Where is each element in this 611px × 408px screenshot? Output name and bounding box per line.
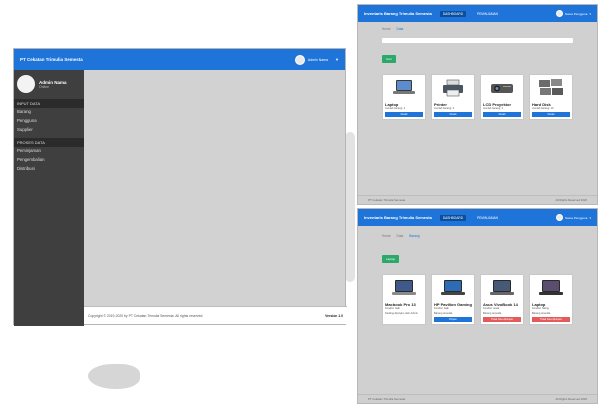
card-subtitle: Jumlah barang: 4 <box>385 107 406 110</box>
card-status: Barang tersedia <box>532 312 551 315</box>
catalog-header: Inventaris Barang Trimulia Semesta DASHB… <box>358 5 597 22</box>
printer-icon <box>432 75 474 101</box>
footer-company: PT Cekatan Trimulia Semesta <box>368 198 406 202</box>
laptop-icon <box>383 275 425 301</box>
background-shape <box>345 132 355 282</box>
projector-icon <box>481 75 523 101</box>
card-subtitle: Kondisi: baik <box>434 307 449 310</box>
footer-rights: All Rights Reserved 2020 <box>555 198 587 202</box>
sidebar-item-peminjaman[interactable]: Peminjaman <box>14 147 84 155</box>
user-menu[interactable]: Nama Pengguna ▾ <box>555 10 591 17</box>
detail-brand[interactable]: Inventaris Barang Trimulia Semesta <box>364 215 432 220</box>
sidebar-item-barang[interactable]: Barang <box>14 108 84 116</box>
item-card: HP Pavilion Gaming Kondisi: baik Barang … <box>431 274 475 325</box>
background-shape <box>88 364 140 389</box>
laptop-icon <box>481 275 523 301</box>
nav-peminjaman[interactable]: PEMINJAMAN <box>474 215 501 221</box>
card-subtitle: Jumlah barang: 10 <box>532 107 554 110</box>
sidebar: Admin Nama Online INPUT DATA Barang Peng… <box>14 70 84 326</box>
laptop-icon <box>383 75 425 101</box>
category-card-harddisk: Hard Disk Jumlah barang: 10 Detail <box>529 74 573 120</box>
user-name: Nama Pengguna <box>564 215 588 220</box>
laptop-icon <box>432 275 474 301</box>
sidebar-section-input: INPUT DATA <box>14 99 84 108</box>
user-name: Admin Nama <box>307 57 329 62</box>
catalog-window: Inventaris Barang Trimulia Semesta DASHB… <box>357 4 598 205</box>
footer-rights: All Rights Reserved 2020 <box>555 397 587 401</box>
category-cards: Laptop Jumlah barang: 4 Detail Printer J… <box>358 74 597 120</box>
profile-name: Admin Nama <box>39 79 67 85</box>
avatar <box>555 10 563 17</box>
chevron-down-icon[interactable]: ▼ <box>335 57 339 62</box>
chevron-down-icon[interactable]: ▾ <box>589 12 591 16</box>
card-subtitle: Kondisi: baik <box>385 307 400 310</box>
card-status: Barang tersedia <box>483 312 502 315</box>
sidebar-item-pengguna[interactable]: Pengguna <box>14 117 84 125</box>
unavailable-button[interactable]: Tidak bisa dipinjam <box>532 317 570 322</box>
sidebar-item-supplier[interactable]: Supplier <box>14 126 84 134</box>
detail-button[interactable]: Detail <box>434 112 472 117</box>
nav-peminjaman[interactable]: PEMINJAMAN <box>474 11 501 17</box>
admin-window: PT Cekatan Trimulia Semesta Admin Nama ▼… <box>13 48 347 326</box>
user-menu[interactable]: Admin Nama ▼ <box>294 54 339 65</box>
breadcrumb-barang[interactable]: Barang <box>409 234 419 238</box>
chevron-down-icon[interactable]: ▾ <box>589 216 591 220</box>
avatar <box>555 214 563 221</box>
breadcrumb-home[interactable]: Home <box>382 27 391 31</box>
harddisk-icon <box>530 75 572 101</box>
card-subtitle: Jumlah barang: 2 <box>483 107 504 110</box>
nav-dashboard[interactable]: DASHBOARD <box>439 10 467 17</box>
card-subtitle: Kondisi: hilang <box>532 307 549 310</box>
card-status: Sedang dipinjam oleh Admin <box>385 312 418 315</box>
breadcrumb-data[interactable]: Data <box>397 234 404 238</box>
breadcrumb-home[interactable]: Home <box>382 234 391 238</box>
card-subtitle: Jumlah barang: 3 <box>434 107 455 110</box>
item-cards: Macbook Pro 13 Kondisi: baik Sedang dipi… <box>358 274 597 325</box>
detail-button[interactable]: Detail <box>385 112 423 117</box>
card-subtitle: Kondisi: rusak <box>483 307 500 310</box>
catalog-brand[interactable]: Inventaris Barang Trimulia Semesta <box>364 11 432 16</box>
profile-avatar <box>17 75 35 93</box>
category-tag: Laptop <box>382 255 400 263</box>
user-name: Nama Pengguna <box>564 11 588 16</box>
card-status: Barang tersedia <box>434 312 453 315</box>
detail-window: Inventaris Barang Trimulia Semesta DASHB… <box>357 208 598 404</box>
breadcrumb: Home Data <box>358 22 597 36</box>
admin-header: PT Cekatan Trimulia Semesta Admin Nama ▼ <box>14 49 345 70</box>
sidebar-item-distribusi[interactable]: Distribusi <box>14 165 84 173</box>
laptop-icon <box>530 275 572 301</box>
borrow-button[interactable]: Pinjam <box>434 317 472 322</box>
copyright-text: Copyright © 2019-2020 by PT Cekatan Trim… <box>88 313 204 318</box>
footer-company: PT Cekatan Trimulia Semesta <box>368 397 406 401</box>
sidebar-profile: Admin Nama Online <box>14 70 84 98</box>
breadcrumb: Home Data Barang <box>358 226 597 243</box>
detail-button[interactable]: Detail <box>532 112 570 117</box>
version-text: Version 1.0 <box>325 313 343 318</box>
item-card: Asus VivoBook 14 Kondisi: rusak Barang t… <box>480 274 524 325</box>
detail-button[interactable]: Detail <box>483 112 521 117</box>
search-button[interactable]: Cari <box>382 55 396 63</box>
breadcrumb-data[interactable]: Data <box>397 27 404 31</box>
profile-role: Online <box>39 84 50 89</box>
sidebar-section-proses: PROSES DATA <box>14 138 84 147</box>
admin-footer: Copyright © 2019-2020 by PT Cekatan Trim… <box>84 306 347 324</box>
detail-footer: PT Cekatan Trimulia Semesta All Rights R… <box>358 394 597 403</box>
admin-brand[interactable]: PT Cekatan Trimulia Semesta <box>20 57 83 62</box>
category-card-projector: LCD Proyektor Jumlah barang: 2 Detail <box>480 74 524 120</box>
unavailable-button[interactable]: Tidak bisa dipinjam <box>483 317 521 322</box>
catalog-footer: PT Cekatan Trimulia Semesta All Rights R… <box>358 195 597 204</box>
detail-header: Inventaris Barang Trimulia Semesta DASHB… <box>358 209 597 226</box>
avatar <box>294 54 305 65</box>
user-menu[interactable]: Nama Pengguna ▾ <box>555 214 591 221</box>
sidebar-item-pengembalian[interactable]: Pengembalian <box>14 156 84 164</box>
category-card-laptop: Laptop Jumlah barang: 4 Detail <box>382 74 426 120</box>
nav-dashboard[interactable]: DASHBOARD <box>439 214 467 221</box>
category-card-printer: Printer Jumlah barang: 3 Detail <box>431 74 475 120</box>
item-card: Macbook Pro 13 Kondisi: baik Sedang dipi… <box>382 274 426 325</box>
item-card: Laptop Kondisi: hilang Barang tersedia T… <box>529 274 573 325</box>
